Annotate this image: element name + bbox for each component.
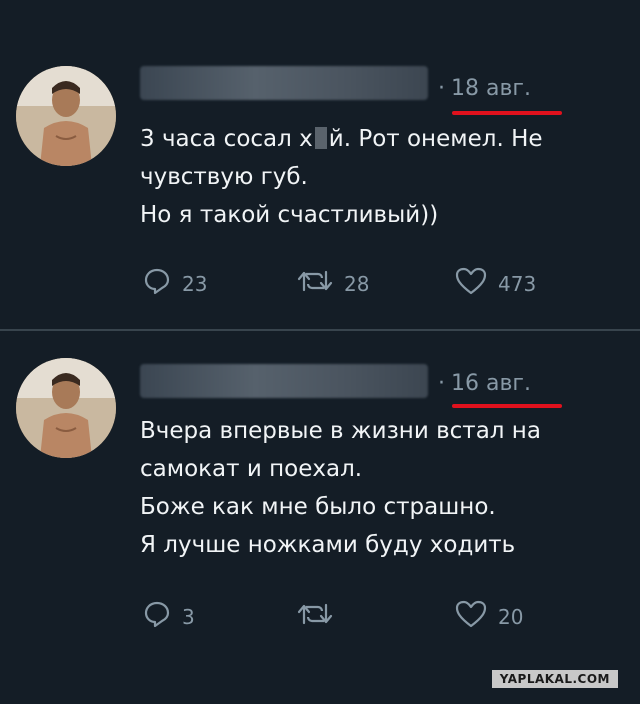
reply-count: 23 bbox=[182, 271, 208, 296]
like-count: 20 bbox=[498, 604, 524, 629]
like-icon bbox=[454, 266, 498, 301]
tweet-text-line: Вчера впервые в жизни встал на bbox=[140, 418, 541, 444]
retweet-button[interactable]: 28 bbox=[296, 266, 369, 301]
retweet-button[interactable] bbox=[296, 599, 344, 634]
tweet-actions: 3 20 bbox=[0, 599, 640, 639]
tweet-actions: 23 28 473 bbox=[0, 266, 640, 306]
username-redacted bbox=[140, 364, 428, 398]
like-button[interactable]: 20 bbox=[454, 599, 523, 634]
reply-icon bbox=[142, 599, 182, 634]
username-redacted bbox=[140, 66, 428, 100]
like-icon bbox=[454, 599, 498, 634]
tweet-text-line: 3 часа сосал х й. Рот онемел. Не bbox=[140, 126, 543, 152]
tweet-text-line: Я лучше ножками буду ходить bbox=[140, 532, 516, 558]
tweet-text-line: самокат и поехал. bbox=[140, 456, 363, 482]
retweet-count: 28 bbox=[344, 271, 370, 296]
reply-button[interactable]: 3 bbox=[142, 599, 195, 634]
tweet-date[interactable]: · 16 авг. bbox=[438, 371, 531, 396]
tweet-2[interactable]: · 16 авг. Вчера впервые в жизни встал на … bbox=[0, 331, 640, 704]
date-underline bbox=[452, 404, 562, 408]
like-count: 473 bbox=[498, 271, 537, 296]
reply-count: 3 bbox=[182, 604, 195, 629]
tweet-text-line: Но я такой счастливый)) bbox=[140, 202, 439, 228]
retweet-icon bbox=[296, 266, 344, 301]
like-button[interactable]: 473 bbox=[454, 266, 536, 301]
date-underline bbox=[452, 111, 562, 115]
avatar[interactable] bbox=[16, 66, 116, 166]
reply-button[interactable]: 23 bbox=[142, 266, 207, 301]
censor-mark bbox=[314, 127, 327, 149]
reply-icon bbox=[142, 266, 182, 301]
avatar[interactable] bbox=[16, 358, 116, 458]
tweet-text-line: Боже как мне было страшно. bbox=[140, 494, 496, 520]
tweet-text-line: чувствую губ. bbox=[140, 164, 308, 190]
tweet-date[interactable]: · 18 авг. bbox=[438, 76, 531, 101]
tweet-1[interactable]: · 18 авг. 3 часа сосал х й. Рот онемел. Не… bbox=[0, 0, 640, 330]
retweet-icon bbox=[296, 599, 344, 634]
watermark: YAPLAKAL.COM bbox=[491, 670, 618, 688]
